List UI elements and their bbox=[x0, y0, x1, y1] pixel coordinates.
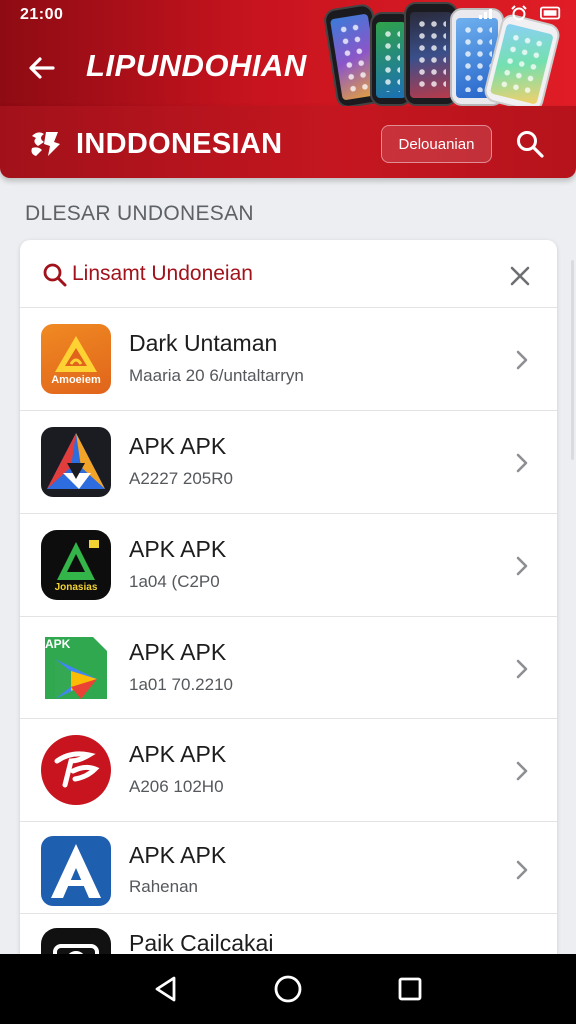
app-row-apk-3[interactable]: APK APK APK 1a01 70.2210 bbox=[20, 617, 557, 719]
app-meta: A2227 205R0 bbox=[129, 469, 233, 488]
chevron-right-icon bbox=[516, 453, 528, 473]
app-meta: Maaria 20 6/untaltarryn bbox=[129, 366, 304, 385]
app-name: APK APK bbox=[129, 433, 227, 459]
app-logo-icon: Amoeiem bbox=[41, 324, 111, 394]
app-meta: 1a04 (C2P0 bbox=[129, 572, 220, 591]
app-logo-icon bbox=[41, 735, 111, 805]
status-icons bbox=[476, 5, 562, 21]
app-row-dark-untaman[interactable]: Amoeiem Dark Untaman Maaria 20 6/untalta… bbox=[20, 308, 557, 411]
app-name: Paik Cailcakai bbox=[129, 930, 274, 956]
app-name: APK APK bbox=[129, 842, 227, 868]
app-logo-icon: Jonasias bbox=[41, 530, 111, 600]
nav-back-button[interactable] bbox=[144, 967, 188, 1011]
app-row-apk-5[interactable]: APK APK Rahenan bbox=[20, 822, 557, 914]
triangle-back-icon bbox=[155, 976, 176, 1002]
chevron-right-icon bbox=[516, 659, 528, 679]
app-logo-icon: APK bbox=[41, 633, 111, 703]
app-name: Dark Untaman bbox=[129, 330, 278, 356]
app-meta: A206 102H0 bbox=[129, 777, 224, 796]
clear-search-button[interactable] bbox=[504, 260, 536, 292]
square-recents-icon bbox=[398, 977, 422, 1001]
search-button[interactable] bbox=[512, 126, 548, 162]
search-field[interactable]: Linsamt Undoneian bbox=[20, 240, 557, 308]
app-row-apk-1[interactable]: APK APK A2227 205R0 bbox=[20, 411, 557, 514]
chevron-right-icon bbox=[516, 556, 528, 576]
brand-name: INDDONESIAN bbox=[76, 128, 283, 160]
battery-icon bbox=[540, 5, 562, 21]
app-name: APK APK bbox=[129, 639, 227, 665]
chevron-right-icon bbox=[516, 860, 528, 880]
app-meta: 1a01 70.2210 bbox=[129, 675, 233, 694]
chevron-right-icon bbox=[516, 761, 528, 781]
language-button[interactable]: Delouanian bbox=[381, 125, 492, 163]
app-logo-icon bbox=[41, 836, 111, 906]
app-row-apk-4[interactable]: APK APK A206 102H0 bbox=[20, 719, 557, 822]
nav-home-button[interactable] bbox=[266, 967, 310, 1011]
search-input[interactable]: Linsamt Undoneian bbox=[72, 262, 253, 286]
app-icon-label: Amoeiem bbox=[51, 374, 101, 386]
search-icon bbox=[43, 263, 67, 287]
app-name: APK APK bbox=[129, 536, 227, 562]
signal-icon bbox=[476, 5, 498, 21]
section-title: DLESAR UNDONESAN bbox=[25, 202, 254, 225]
header-title: LIPUNDOHIAN bbox=[86, 48, 307, 83]
alarm-icon bbox=[508, 5, 530, 21]
scrollbar[interactable] bbox=[571, 260, 574, 460]
nav-recents-button[interactable] bbox=[388, 967, 432, 1011]
back-button[interactable] bbox=[22, 48, 62, 88]
app-name: APK APK bbox=[129, 741, 227, 767]
brand-logo-icon bbox=[28, 126, 62, 160]
arrow-left-icon bbox=[29, 57, 55, 79]
app-icon-label: Jonasias bbox=[54, 582, 98, 593]
chevron-right-icon bbox=[516, 350, 528, 370]
app-row-apk-2[interactable]: Jonasias APK APK 1a04 (C2P0 bbox=[20, 514, 557, 617]
circle-home-icon bbox=[274, 975, 302, 1003]
app-icon-label: APK bbox=[45, 637, 71, 651]
app-list-card: Linsamt Undoneian Amoeiem Dark Untaman M… bbox=[20, 240, 557, 980]
top-header: 21:00 LIPUNDOHIAN bbox=[0, 0, 576, 106]
search-icon bbox=[517, 131, 544, 158]
app-meta: Rahenan bbox=[129, 877, 199, 896]
app-logo-icon bbox=[41, 427, 111, 497]
status-time: 21:00 bbox=[20, 6, 64, 23]
system-nav-bar bbox=[0, 954, 576, 1024]
close-icon bbox=[510, 266, 530, 286]
